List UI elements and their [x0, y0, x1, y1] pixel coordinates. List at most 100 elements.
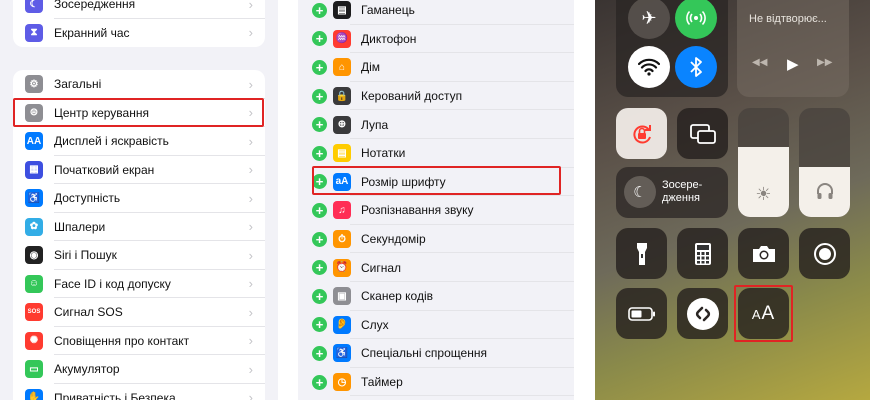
control-row[interactable]: + ⌂ Дім — [312, 53, 574, 82]
chevron-right-icon: › — [248, 333, 253, 349]
control-row[interactable]: + ♫ Розпізнавання звуку — [312, 196, 574, 225]
add-control-icon[interactable]: + — [312, 174, 327, 190]
settings-row[interactable]: ◉ Siri і Пошук › — [13, 241, 265, 270]
settings-row[interactable]: ⚙ Загальні › — [13, 70, 265, 99]
screen-recording-button[interactable] — [799, 228, 850, 279]
chevron-right-icon: › — [248, 76, 253, 92]
control-row-label: Гаманець — [361, 3, 415, 18]
settings-row[interactable]: ♿ Доступність › — [13, 184, 265, 213]
control-row-label: Сигнал — [361, 260, 402, 275]
settings-row[interactable]: ⧗ Екранний час › — [13, 19, 265, 48]
settings-row[interactable]: ▦ Початковий екран › — [13, 156, 265, 184]
text-size-button[interactable]: AA — [738, 288, 789, 339]
control-row[interactable]: + ◷ Таймер — [312, 368, 574, 397]
settings-row[interactable]: ⊜ Центр керування › — [13, 99, 265, 127]
airplane-mode-icon[interactable]: ✈ — [628, 0, 670, 39]
control-row[interactable]: + 🔒 Керований доступ — [312, 82, 574, 111]
add-control-icon[interactable]: + — [312, 2, 327, 18]
play-icon[interactable]: ▶ — [787, 55, 799, 73]
face-id-icon: ☺ — [25, 274, 43, 293]
add-control-icon[interactable]: + — [312, 231, 327, 247]
control-row-label: Сканер кодів — [361, 289, 433, 304]
home-icon: ⌂ — [333, 58, 351, 77]
moon-icon: ☾ — [624, 176, 656, 208]
settings-row[interactable]: ▭ Акумулятор › — [13, 355, 265, 384]
add-control-icon[interactable]: + — [312, 317, 327, 333]
calculator-button[interactable] — [677, 228, 728, 279]
camera-icon — [752, 245, 775, 262]
add-control-icon[interactable]: + — [312, 288, 327, 304]
control-row[interactable]: + ♒ Диктофон — [312, 25, 574, 54]
settings-group-top: ☾ Зосередження › ⧗ Екранний час › — [13, 0, 265, 47]
settings-row-label: Доступність — [54, 191, 121, 206]
focus-button[interactable]: ☾ Зосере- дження — [616, 167, 728, 218]
wifi-icon[interactable] — [628, 46, 670, 88]
settings-row-label: Сповіщення про контакт — [54, 333, 190, 348]
control-row[interactable]: + ▣ Сканер кодів — [312, 282, 574, 311]
bluetooth-icon[interactable] — [675, 46, 717, 88]
text-size-icon: aA — [333, 172, 351, 191]
add-control-icon[interactable]: + — [312, 345, 327, 361]
now-playing-label: Не відтворює... — [749, 13, 827, 25]
brightness-slider[interactable]: ☀ — [738, 108, 789, 217]
accessibility-icon: ♿ — [25, 189, 43, 208]
chevron-right-icon: › — [248, 133, 253, 149]
settings-row-label: Екранний час — [54, 25, 130, 40]
control-row[interactable]: + ▤ Гаманець — [312, 0, 574, 25]
flashlight-button[interactable] — [616, 228, 667, 279]
previous-track-icon[interactable]: ◀◀ — [752, 57, 767, 68]
qr-scanner-icon: ▣ — [333, 287, 351, 306]
control-row[interactable]: + ♿ Спеціальні спрощення — [312, 339, 574, 368]
shazam-button[interactable] — [677, 288, 728, 339]
settings-row[interactable]: AA Дисплей і яскравість › — [13, 127, 265, 156]
settings-row-label: Центр керування — [54, 105, 149, 120]
connectivity-tile: ✈ — [616, 0, 728, 97]
settings-row[interactable]: ☺ Face ID і код допуску › — [13, 270, 265, 298]
record-icon — [813, 242, 836, 265]
settings-row[interactable]: ✿ Шпалери › — [13, 213, 265, 241]
low-power-button[interactable] — [616, 288, 667, 339]
magnifier-icon: ⊕ — [333, 115, 351, 134]
timer-icon: ◷ — [333, 373, 351, 392]
add-control-icon[interactable]: + — [312, 117, 327, 133]
chevron-right-icon: › — [248, 304, 253, 320]
add-control-icon[interactable]: + — [312, 59, 327, 75]
control-row[interactable]: + ⏱ Секундомір — [312, 225, 574, 254]
control-row[interactable]: + 👂 Слух — [312, 311, 574, 340]
add-control-icon[interactable]: + — [312, 145, 327, 161]
row-divider — [350, 395, 574, 397]
add-control-icon[interactable]: + — [312, 260, 327, 276]
now-playing-tile[interactable]: Не відтворює... ◀◀ ▶ ▶▶ — [737, 0, 849, 97]
cellular-data-icon[interactable] — [675, 0, 717, 39]
control-row-label: Таймер — [361, 375, 403, 390]
control-row[interactable]: + aA Розмір шрифту — [312, 168, 574, 197]
alarm-icon: ⏰ — [333, 258, 351, 277]
settings-row[interactable]: ✺ Сповіщення про контакт › — [13, 327, 265, 355]
accessibility-shortcut-icon: ♿ — [333, 344, 351, 363]
control-row-label: Спеціальні спрощення — [361, 346, 487, 361]
control-row[interactable]: + ⊕ Лупа — [312, 110, 574, 139]
screen-mirroring-button[interactable] — [677, 108, 728, 159]
text-size-icon: AA — [25, 132, 43, 151]
battery-icon — [627, 306, 655, 321]
text-size-icon: AA — [751, 302, 776, 324]
settings-row[interactable]: ☾ Зосередження › — [13, 0, 265, 19]
sound-recognition-icon: ♫ — [333, 201, 351, 220]
settings-row-label: Початковий екран — [54, 162, 155, 177]
settings-row[interactable]: ✋ Приватність і Безпека › — [13, 384, 265, 400]
add-control-icon[interactable]: + — [312, 374, 327, 390]
camera-button[interactable] — [738, 228, 789, 279]
chevron-right-icon: › — [248, 25, 253, 41]
control-row[interactable]: + ▤ Нотатки — [312, 139, 574, 168]
screen-mirroring-icon — [689, 123, 716, 144]
sos-icon: SOS — [25, 303, 43, 322]
next-track-icon[interactable]: ▶▶ — [817, 57, 832, 68]
volume-slider[interactable] — [799, 108, 850, 217]
settings-row[interactable]: SOS Сигнал SOS › — [13, 298, 265, 327]
orientation-lock-button[interactable] — [616, 108, 667, 159]
control-row[interactable]: + ⏰ Сигнал — [312, 253, 574, 282]
chevron-right-icon: › — [248, 276, 253, 292]
add-control-icon[interactable]: + — [312, 202, 327, 218]
add-control-icon[interactable]: + — [312, 31, 327, 47]
add-control-icon[interactable]: + — [312, 88, 327, 104]
